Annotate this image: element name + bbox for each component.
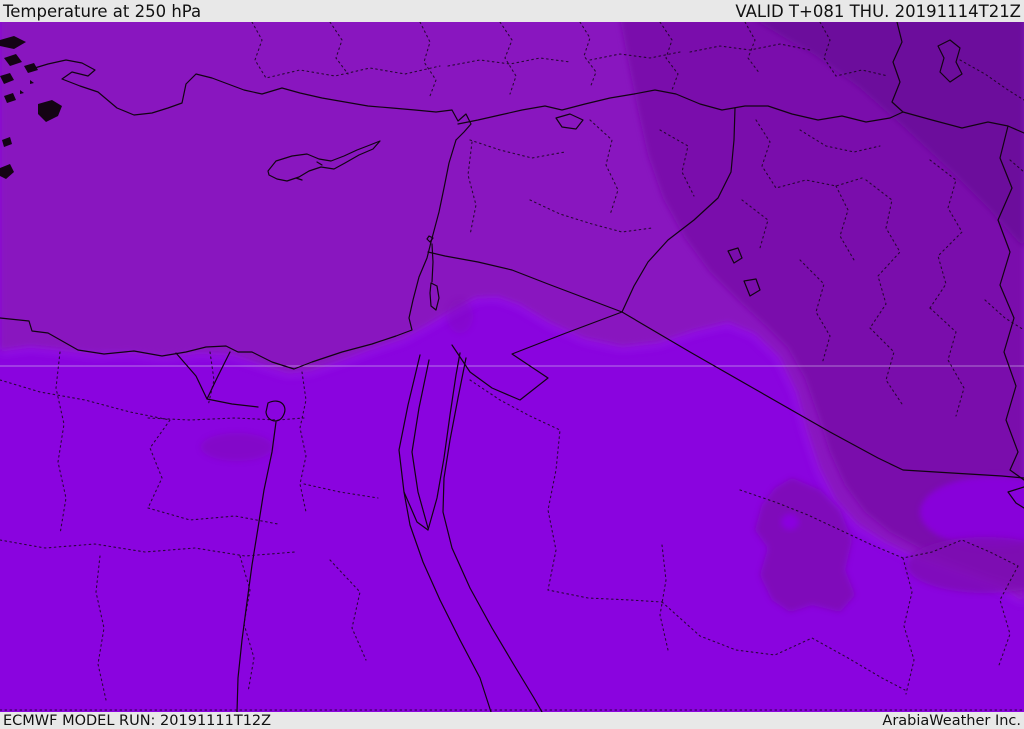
temp-patch-bright-dot [781,514,799,530]
valid-time-text: VALID T+081 THU. 20191114T21Z [735,1,1021,21]
page-title: Temperature at 250 hPa [3,1,202,21]
map-canvas [0,22,1024,713]
weather-map-screen: Temperature at 250 hPa VALID T+081 THU. … [0,0,1024,729]
temp-patch-jordan [447,299,473,333]
model-run-text: ECMWF MODEL RUN: 20191111T12Z [3,712,272,729]
footer-bar: ECMWF MODEL RUN: 20191111T12Z ArabiaWeat… [0,712,1024,729]
attribution-text: ArabiaWeather Inc. [882,712,1021,729]
header-bar: Temperature at 250 hPa VALID T+081 THU. … [0,0,1024,22]
temp-patch-cairo [201,433,273,461]
